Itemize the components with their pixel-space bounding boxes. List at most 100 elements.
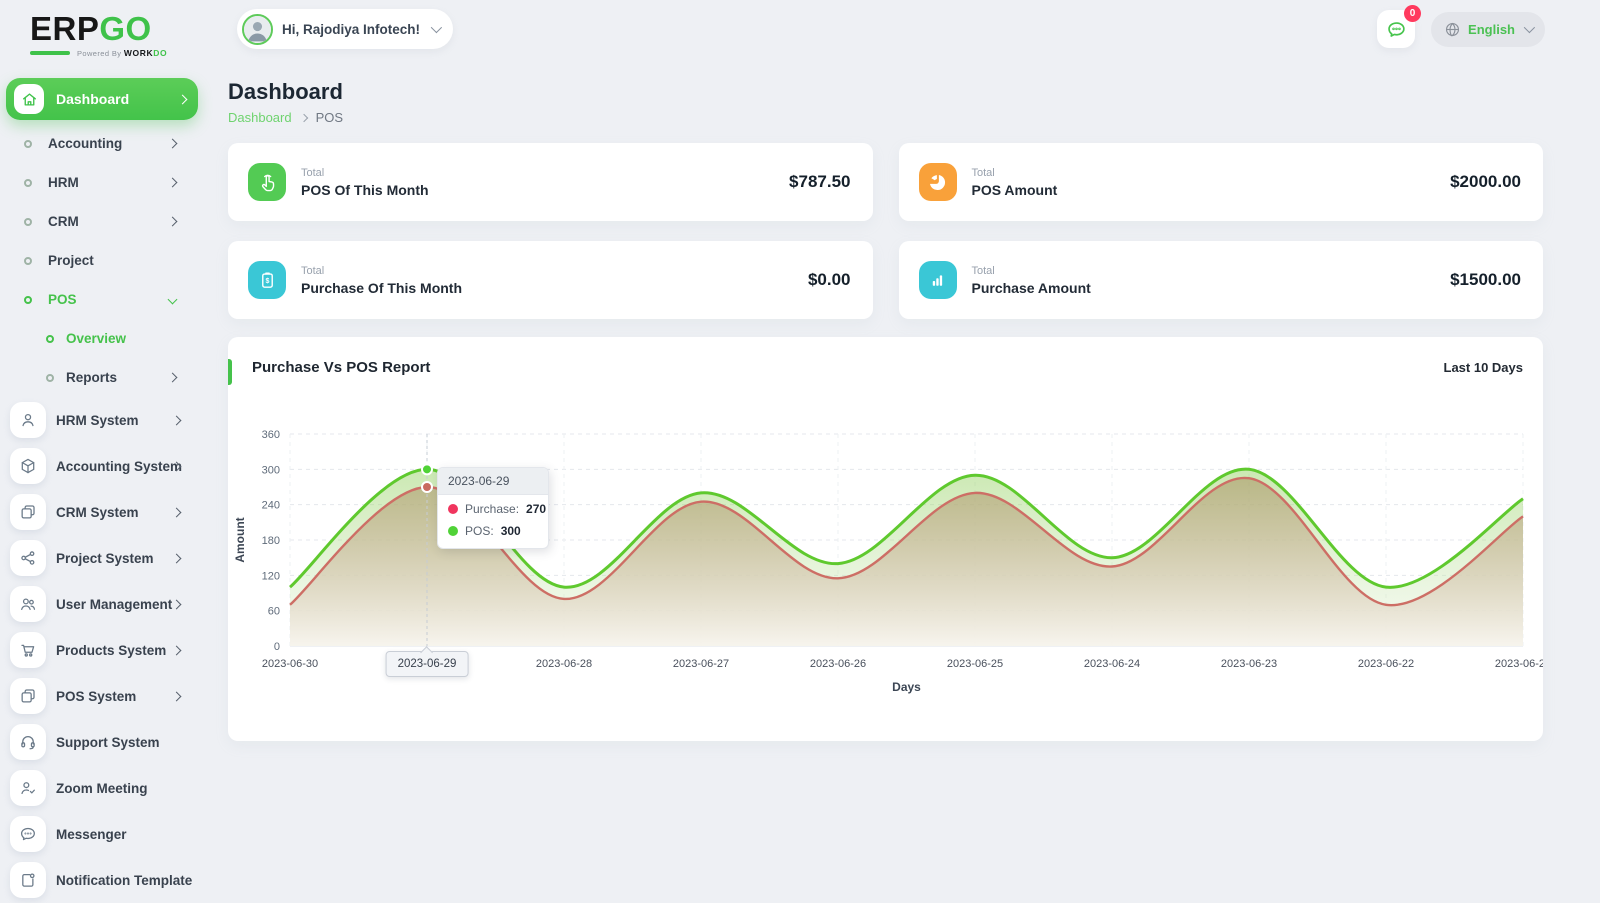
svg-text:2023-06-23: 2023-06-23 — [1221, 658, 1277, 670]
stat-label: Purchase Amount — [972, 280, 1091, 296]
svg-text:2023-06-25: 2023-06-25 — [947, 658, 1003, 670]
sidebar-item-label: Products System — [56, 643, 166, 658]
dot-icon — [24, 179, 32, 187]
sidebar-item-overview[interactable]: Overview — [0, 319, 212, 358]
sidebar-item-label: Overview — [66, 331, 126, 346]
logo-swoosh — [30, 51, 70, 55]
stat-kicker: Total — [301, 167, 429, 179]
chevron-right-icon — [172, 507, 182, 517]
purchase-vs-pos-chart[interactable]: 0601201802403003602023-06-302023-06-2820… — [228, 412, 1543, 712]
stat-label: Purchase Of This Month — [301, 280, 462, 296]
chevron-right-icon — [172, 691, 182, 701]
sidebar-item-reports[interactable]: Reports — [0, 358, 212, 397]
chevron-right-icon — [168, 217, 178, 227]
sidebar-item-accounting-system[interactable]: Accounting System — [0, 443, 212, 489]
sidebar-item-label: Notification Template — [56, 873, 192, 888]
sidebar-item-label: Dashboard — [56, 91, 167, 107]
sidebar-item-label: Messenger — [56, 827, 127, 842]
stat-kicker: Total — [301, 265, 462, 277]
chevron-right-icon — [168, 178, 178, 188]
svg-text:180: 180 — [262, 535, 280, 547]
sidebar-item-hrm[interactable]: HRM — [0, 163, 212, 202]
report-range-label: Last 10 Days — [1444, 360, 1524, 375]
sidebar-item-label: POS System — [56, 689, 136, 704]
sidebar-item-zoom-meeting[interactable]: Zoom Meeting — [0, 765, 212, 811]
stat-card-pos-of-this-month: Total POS Of This Month $787.50 — [228, 143, 873, 221]
dot-icon — [24, 296, 32, 304]
sidebar-item-accounting[interactable]: Accounting — [0, 124, 212, 163]
sidebar-item-label: Support System — [56, 735, 160, 750]
svg-text:2023-06-24: 2023-06-24 — [1084, 658, 1140, 670]
tooltip-row: POS:300 — [438, 517, 548, 548]
x-axis-tooltip: 2023-06-29 — [386, 651, 469, 677]
bar-chart-icon — [927, 270, 948, 291]
sidebar-item-user-management[interactable]: User Management — [0, 581, 212, 627]
purchase-marker — [422, 482, 432, 492]
sidebar-item-label: HRM System — [56, 413, 139, 428]
svg-text:Days: Days — [892, 680, 921, 694]
sidebar-item-hrm-system[interactable]: HRM System — [0, 397, 212, 443]
chevron-right-icon — [172, 645, 182, 655]
stat-value: $1500.00 — [1450, 270, 1521, 290]
breadcrumb-dashboard-link[interactable]: Dashboard — [228, 110, 292, 125]
window-icon — [19, 503, 37, 521]
stat-value: $2000.00 — [1450, 172, 1521, 192]
sidebar-nav: Dashboard Accounting HRM CRM Project POS… — [0, 75, 212, 903]
window-icon — [19, 687, 37, 705]
sidebar-item-pos[interactable]: POS — [0, 280, 212, 319]
chevron-right-icon — [168, 139, 178, 149]
svg-text:120: 120 — [262, 570, 280, 582]
chevron-right-icon — [178, 94, 188, 104]
invoice-dollar-icon: $ — [257, 270, 278, 291]
tap-icon — [257, 172, 278, 193]
sidebar-item-messenger[interactable]: Messenger — [0, 811, 212, 857]
stat-card-pos-amount: Total POS Amount $2000.00 — [899, 143, 1544, 221]
chevron-right-icon — [299, 113, 307, 121]
sidebar-item-products-system[interactable]: Products System — [0, 627, 212, 673]
sidebar-item-label: Accounting — [48, 136, 122, 151]
sidebar-item-label: Project System — [56, 551, 154, 566]
svg-text:60: 60 — [268, 606, 280, 618]
main-content: Dashboard Dashboard POS Total POS Of Thi… — [228, 0, 1543, 741]
stat-cards: Total POS Of This Month $787.50 Total PO… — [228, 143, 1543, 319]
sidebar-item-label: HRM — [48, 175, 79, 190]
pos-marker — [422, 464, 432, 474]
page-title: Dashboard — [228, 80, 1543, 104]
stat-label: POS Amount — [972, 182, 1058, 198]
sidebar-item-support-system[interactable]: Support System — [0, 719, 212, 765]
svg-text:2023-06-26: 2023-06-26 — [810, 658, 866, 670]
home-icon — [21, 91, 38, 108]
dot-icon — [24, 140, 32, 148]
sidebar-item-dashboard[interactable]: Dashboard — [6, 78, 198, 120]
sidebar-item-label: Project — [48, 253, 94, 268]
notification-window-icon — [19, 871, 37, 889]
powered-by-text: Powered By WORKDO — [77, 48, 167, 58]
logo-text: ERPGO — [30, 12, 200, 46]
sidebar-item-project[interactable]: Project — [0, 241, 212, 280]
chevron-right-icon — [172, 415, 182, 425]
chevron-right-icon — [172, 553, 182, 563]
dot-icon — [24, 257, 32, 265]
sidebar-item-project-system[interactable]: Project System — [0, 535, 212, 581]
svg-text:360: 360 — [262, 429, 280, 441]
svg-text:300: 300 — [262, 464, 280, 476]
svg-text:2023-06-30: 2023-06-30 — [262, 658, 318, 670]
chevron-right-icon — [168, 373, 178, 383]
stat-card-purchase-amount: Total Purchase Amount $1500.00 — [899, 241, 1544, 319]
card-accent-bar — [228, 359, 232, 385]
sidebar-item-crm-system[interactable]: CRM System — [0, 489, 212, 535]
tooltip-date: 2023-06-29 — [438, 468, 548, 495]
sidebar-item-notification-template[interactable]: Notification Template — [0, 857, 212, 903]
sidebar-item-crm[interactable]: CRM — [0, 202, 212, 241]
dot-icon — [46, 374, 54, 382]
svg-text:$: $ — [265, 278, 269, 285]
cart-icon — [19, 641, 37, 659]
sidebar-item-pos-system[interactable]: POS System — [0, 673, 212, 719]
stat-value: $787.50 — [789, 172, 850, 192]
stat-value: $0.00 — [808, 270, 851, 290]
sidebar-item-label: User Management — [56, 597, 172, 612]
breadcrumb-current: POS — [316, 110, 343, 125]
breadcrumb: Dashboard POS — [228, 110, 1543, 125]
app-logo[interactable]: ERPGO Powered By WORKDO — [30, 12, 200, 58]
dot-icon — [46, 335, 54, 343]
